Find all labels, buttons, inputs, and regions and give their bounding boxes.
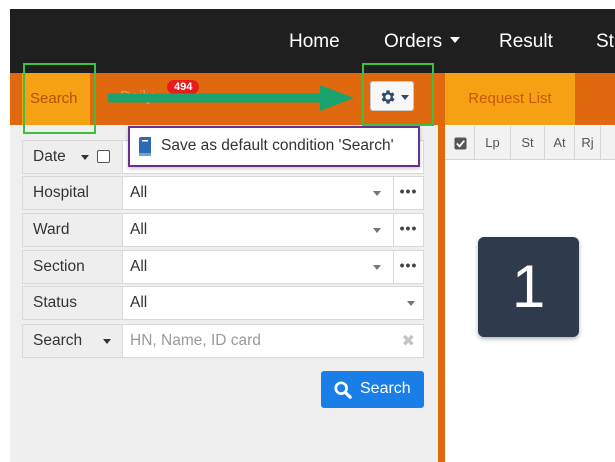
status-label: Status (23, 287, 123, 319)
search-row: Search HN, Name, ID card ✖ (22, 324, 424, 358)
hospital-label: Hospital (23, 177, 123, 209)
checkbox-icon (454, 137, 467, 150)
step-number-card: 1 (478, 237, 579, 337)
chevron-down-icon[interactable] (373, 228, 381, 233)
date-label: Date (33, 148, 66, 165)
panel-divider (438, 73, 445, 462)
section-more-button[interactable]: ••• (393, 251, 423, 283)
date-filter-select[interactable]: Date (23, 141, 123, 173)
clear-icon[interactable]: ✖ (402, 331, 415, 351)
nav-home[interactable]: Home (289, 31, 340, 53)
section-label: Section (23, 251, 123, 283)
column-rj[interactable]: Rj (575, 126, 601, 160)
tab-search[interactable]: Search (22, 73, 90, 125)
nav-more[interactable]: St (596, 31, 614, 53)
hospital-select[interactable]: All (130, 177, 147, 209)
save-default-label: Save as default condition 'Search' (161, 137, 394, 154)
hospital-more-button[interactable]: ••• (393, 177, 423, 209)
nav-orders[interactable]: Orders (384, 31, 461, 53)
ward-select[interactable]: All (130, 214, 147, 246)
column-lp[interactable]: Lp (475, 126, 511, 160)
chevron-down-icon (81, 155, 89, 160)
search-type-select[interactable]: Search (23, 325, 123, 357)
section-select[interactable]: All (130, 251, 147, 283)
nav-orders-label: Orders (384, 31, 443, 52)
column-at[interactable]: At (545, 126, 575, 160)
request-tab-bar (575, 73, 615, 125)
search-type-label: Search (33, 332, 83, 349)
top-navbar: Home Orders Result St (10, 9, 615, 73)
document-icon (139, 137, 151, 156)
status-select[interactable]: All (130, 287, 147, 319)
chevron-down-icon (401, 95, 409, 100)
chevron-down-icon[interactable] (373, 265, 381, 270)
request-list-header: Lp St At Rj (445, 126, 615, 160)
chevron-down-icon[interactable] (373, 191, 381, 196)
tab-request-list[interactable]: Request List (445, 73, 575, 125)
nav-result[interactable]: Result (499, 31, 553, 53)
search-button-label: Search (360, 380, 411, 397)
save-default-menu-item[interactable]: Save as default condition 'Search' (128, 126, 420, 167)
ward-row: Ward All ••• (22, 213, 424, 247)
settings-button[interactable] (370, 81, 414, 111)
chevron-down-icon[interactable] (407, 301, 415, 306)
section-row: Section All ••• (22, 250, 424, 284)
ward-more-button[interactable]: ••• (393, 214, 423, 246)
search-input[interactable]: HN, Name, ID card (130, 325, 261, 357)
search-button[interactable]: Search (321, 371, 424, 408)
hospital-row: Hospital All ••• (22, 176, 424, 210)
date-checkbox[interactable] (97, 150, 110, 163)
select-all-checkbox[interactable] (445, 126, 475, 160)
column-st[interactable]: St (511, 126, 545, 160)
search-icon (334, 381, 352, 399)
ward-label: Ward (23, 214, 123, 246)
arrow-annotation (108, 85, 354, 111)
status-row: Status All (22, 286, 424, 320)
chevron-down-icon (450, 36, 461, 43)
gear-icon (381, 90, 395, 104)
chevron-down-icon (103, 339, 111, 344)
